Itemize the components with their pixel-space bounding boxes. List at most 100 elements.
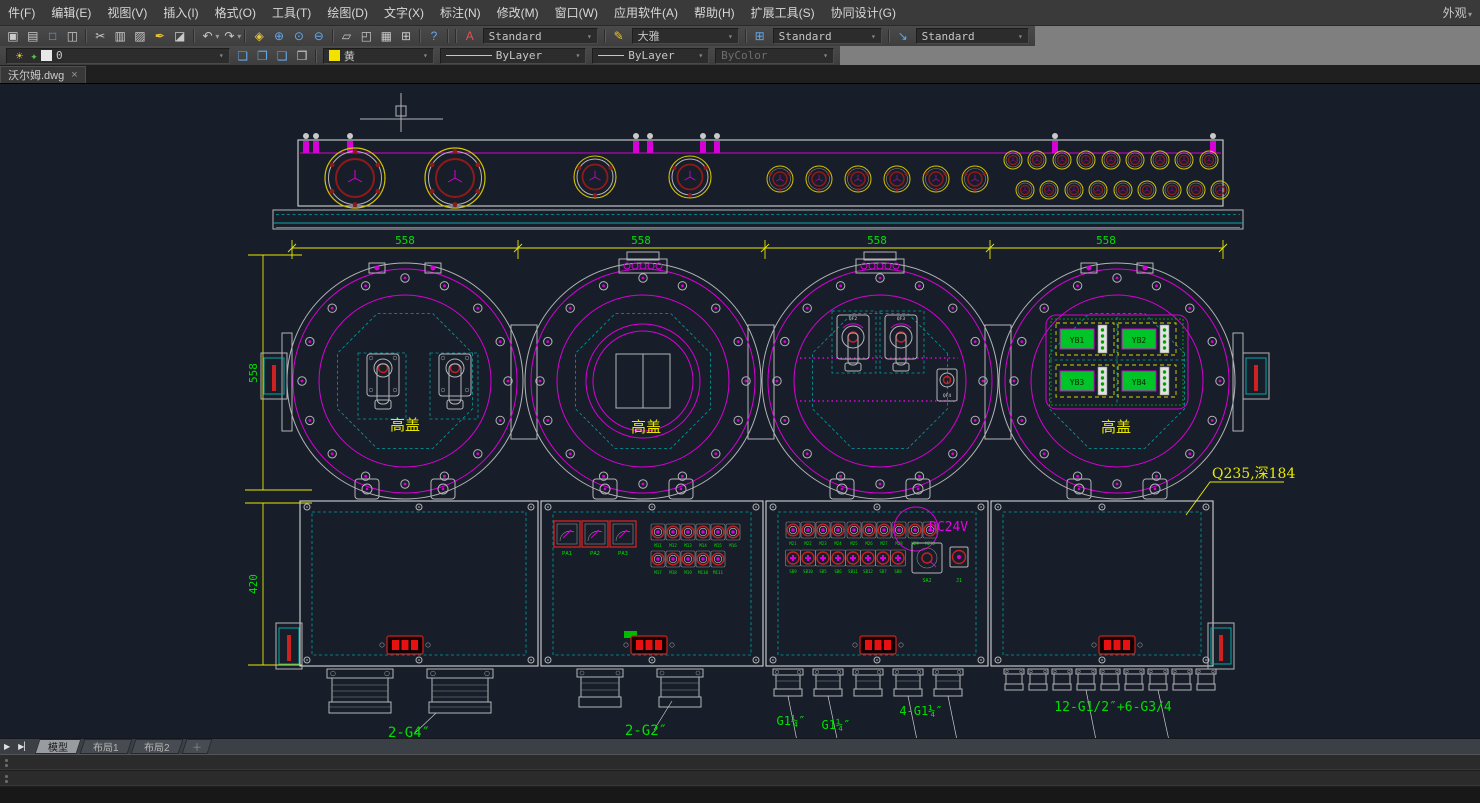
command-input-row[interactable] <box>0 771 1480 787</box>
mount-bracket-top-right[interactable] <box>1243 353 1269 399</box>
cover4-label[interactable]: 高盖 <box>1101 418 1131 436</box>
sheet-set-icon[interactable]: ▱ <box>338 28 356 44</box>
switch-qf4[interactable]: QF4 <box>937 369 957 401</box>
zoom-out-icon[interactable]: ⊖ <box>310 28 328 44</box>
box3-connectors[interactable]: M21 M22 M23 M24 M25 M26 M27 M28 M29 M210… <box>786 507 969 584</box>
gland-label-2-g2[interactable]: 2-G2″ <box>625 723 667 738</box>
text-style-select[interactable]: Standard▾ <box>483 28 598 44</box>
cut-icon[interactable]: ✂ <box>91 28 109 44</box>
menu-collaborate[interactable]: 协同设计(G) <box>823 0 904 25</box>
menu-insert[interactable]: 插入(I) <box>155 0 206 25</box>
top-cable-glands[interactable] <box>303 133 1216 153</box>
document-tab[interactable]: 沃尔姆.dwg × <box>0 66 86 83</box>
mleader-style-icon[interactable]: ↘ <box>894 28 912 44</box>
appearance-menu[interactable]: 外观 ▾ <box>1443 4 1472 21</box>
tab-layout2[interactable]: 布局2 <box>131 739 183 754</box>
layer-on-icon[interactable]: ☀ <box>13 48 26 64</box>
table-style-select[interactable]: Standard▾ <box>773 28 882 44</box>
redo-icon[interactable]: ↷ <box>220 28 238 44</box>
dim-top-1[interactable]: 558 <box>395 234 415 247</box>
relay-yb2[interactable]: YB2 <box>1122 325 1169 353</box>
tab-model[interactable]: 模型 <box>35 739 82 754</box>
mleader-style-select[interactable]: Standard▾ <box>916 28 1029 44</box>
menu-file[interactable]: 件(F) <box>0 0 43 25</box>
gland-label-4-g114[interactable]: 4-G1¼″ <box>899 704 942 718</box>
layer-select[interactable]: ☀ ✦ 0 ▾ <box>6 48 230 64</box>
layer-manager-icon[interactable]: ❏ <box>234 48 252 64</box>
undo-icon[interactable]: ↶ <box>199 28 217 44</box>
new-layout-button[interactable]: ＋ <box>181 739 212 754</box>
close-icon[interactable]: × <box>71 69 77 81</box>
table-style-icon[interactable]: ⊞ <box>751 28 769 44</box>
cover-3[interactable]: QF2 QF3 QF4 <box>762 252 998 499</box>
dim-top-4[interactable]: 558 <box>1096 234 1116 247</box>
bottom-glands[interactable]: 2-G4″ 2-G2″ G1¼″ G1¼″ 4-G1¼″ 12-G1/2″+6-… <box>327 669 1216 738</box>
mount-bracket-bottom-left[interactable] <box>276 623 302 669</box>
tab-layout1[interactable]: 布局1 <box>80 739 132 754</box>
led-display-3[interactable] <box>853 636 903 654</box>
cover-2[interactable]: 高盖 <box>525 252 761 499</box>
layer-previous-icon[interactable]: ❐ <box>253 48 271 64</box>
dim-style-select[interactable]: 大雅▾ <box>632 28 739 44</box>
nav-first-icon[interactable]: ▶ <box>0 742 14 751</box>
top-view[interactable] <box>273 93 1243 229</box>
switch-qf3-label[interactable]: QF3 <box>897 316 905 322</box>
box2-connectors[interactable]: M11 M12 M13 M14 M15 M16 M17 M18 M19 M110… <box>651 524 740 575</box>
led-display-4[interactable] <box>1092 636 1142 654</box>
menu-edit[interactable]: 编辑(E) <box>43 0 99 25</box>
zoom-realtime-icon[interactable]: ⊙ <box>290 28 308 44</box>
dimensions[interactable]: 558 558 558 558 558 420 <box>245 234 1227 665</box>
command-line-panel[interactable] <box>0 754 1480 803</box>
cover-1[interactable]: 高盖 <box>287 263 523 499</box>
dim-top-3[interactable]: 558 <box>867 234 887 247</box>
paste-icon[interactable]: ▨ <box>131 28 149 44</box>
menu-window[interactable]: 窗口(W) <box>547 0 606 25</box>
format-painter-icon[interactable]: ✒ <box>151 28 169 44</box>
redo-dropdown-icon[interactable]: ▾ <box>237 32 241 41</box>
gland-label-2-g4[interactable]: 2-G4″ <box>388 725 430 738</box>
gland-label-g114-b[interactable]: G1¼″ <box>822 718 851 732</box>
mount-bracket-bottom-right[interactable] <box>1208 623 1234 669</box>
copy-icon[interactable]: ▥ <box>111 28 129 44</box>
menu-apps[interactable]: 应用软件(A) <box>606 0 686 25</box>
material-note[interactable]: Q235,深184 <box>1186 466 1295 515</box>
dim-top-2[interactable]: 558 <box>631 234 651 247</box>
table-icon[interactable]: ⊞ <box>397 28 415 44</box>
dim-left-height[interactable]: 558 <box>247 363 260 383</box>
cad-drawing[interactable]: 558 558 558 558 558 420 高盖 高盖 <box>0 84 1480 738</box>
zoom-window-icon[interactable]: ⊕ <box>270 28 288 44</box>
menu-dimension[interactable]: 标注(N) <box>432 0 489 25</box>
drawing-canvas[interactable]: 558 558 558 558 558 420 高盖 高盖 <box>0 84 1480 738</box>
layer-isolate-icon[interactable]: ❑ <box>273 48 291 64</box>
cover-4[interactable]: YB1 YB2 YB3 YB4 高盖 <box>999 263 1235 499</box>
help-icon[interactable]: ? <box>425 28 443 44</box>
led-display-1[interactable] <box>380 636 430 654</box>
menu-draw[interactable]: 绘图(D) <box>319 0 376 25</box>
new-doc-icon[interactable]: □ <box>44 28 62 44</box>
menu-view[interactable]: 视图(V) <box>99 0 155 25</box>
gland-label-g114-a[interactable]: G1¼″ <box>777 714 806 728</box>
menu-text[interactable]: 文字(X) <box>376 0 432 25</box>
linetype-select[interactable]: ByLayer ▾ <box>440 48 587 64</box>
relay-yb3[interactable]: YB3 <box>1060 367 1107 395</box>
cover2-label[interactable]: 高盖 <box>631 418 661 436</box>
undo-dropdown-icon[interactable]: ▾ <box>215 32 219 41</box>
block-icon[interactable]: ◰ <box>357 28 375 44</box>
cover1-label[interactable]: 高盖 <box>390 416 420 434</box>
pan-icon[interactable]: ◈ <box>250 28 268 44</box>
print-icon[interactable]: ▤ <box>24 28 42 44</box>
nav-last-icon[interactable]: ▶▏ <box>14 742 34 751</box>
gland-label-12-g12[interactable]: 12-G1/2″+6-G3/4 <box>1054 700 1172 715</box>
menu-express-tools[interactable]: 扩展工具(S) <box>743 0 823 25</box>
switch-qf4-label[interactable]: QF4 <box>943 393 951 399</box>
color-select[interactable]: 黄 ▾ <box>323 48 434 64</box>
menu-help[interactable]: 帮助(H) <box>686 0 743 25</box>
text-style-icon[interactable]: A <box>461 28 479 44</box>
image-icon[interactable]: ▦ <box>377 28 395 44</box>
switch-qf2-label[interactable]: QF2 <box>849 316 857 322</box>
mount-bracket-top-left[interactable] <box>261 353 287 399</box>
menu-tools[interactable]: 工具(T) <box>264 0 319 25</box>
save-icon[interactable]: ▣ <box>4 28 22 44</box>
preview-icon[interactable]: ◫ <box>64 28 82 44</box>
layer-lock-icon[interactable]: ✦ <box>28 48 40 64</box>
